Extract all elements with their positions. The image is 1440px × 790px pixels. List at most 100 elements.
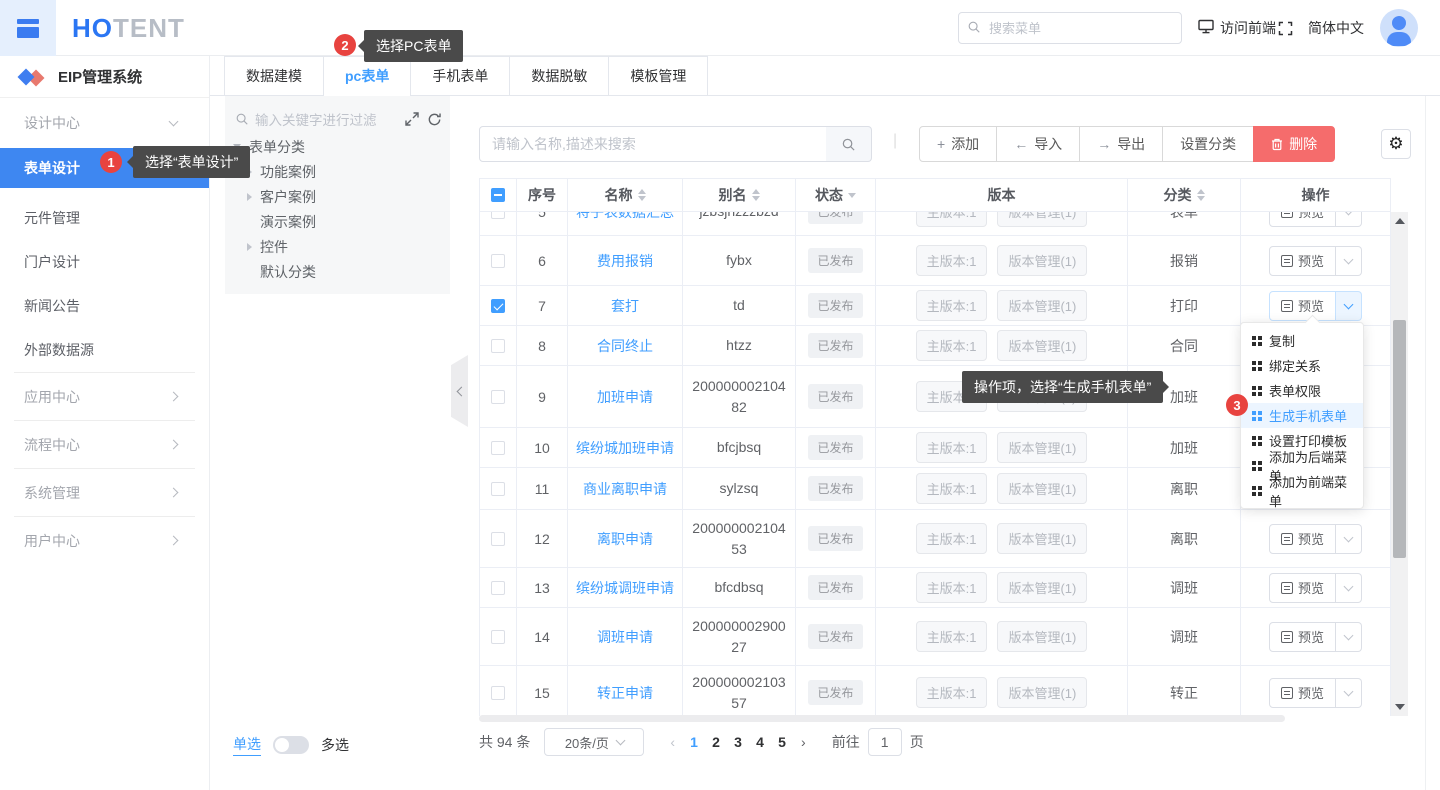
scroll-down-arrow-icon[interactable] <box>1395 704 1405 710</box>
next-page-button[interactable]: › <box>801 734 806 750</box>
version-manage-button[interactable]: 版本管理(1) <box>997 473 1087 504</box>
row-actions-dropdown-toggle[interactable] <box>1336 573 1362 603</box>
preview-button[interactable]: 预览 <box>1269 291 1336 321</box>
row-actions-dropdown-toggle[interactable] <box>1336 212 1362 227</box>
column-settings-button[interactable]: ⚙ <box>1381 129 1411 159</box>
version-manage-button[interactable]: 版本管理(1) <box>997 572 1087 603</box>
version-manage-button[interactable]: 版本管理(1) <box>997 523 1087 554</box>
table-search-input[interactable] <box>479 126 827 162</box>
version-manage-button[interactable]: 版本管理(1) <box>997 330 1087 361</box>
scroll-up-arrow-icon[interactable] <box>1395 218 1405 224</box>
preview-button[interactable]: 预览 <box>1269 678 1336 708</box>
tree-filter-placeholder[interactable]: 输入关键字进行过滤 <box>255 109 397 129</box>
table-vertical-scrollbar[interactable] <box>1391 212 1408 716</box>
sort-header-alias[interactable]: 别名 <box>683 178 796 212</box>
filter-header-status[interactable]: 状态 <box>796 178 876 212</box>
row-checkbox[interactable] <box>491 581 505 595</box>
preview-button[interactable]: 预览 <box>1269 246 1336 276</box>
preview-button[interactable]: 预览 <box>1269 622 1336 652</box>
tab-pc-form[interactable]: pc表单 <box>323 56 411 96</box>
refresh-icon[interactable] <box>427 112 442 127</box>
row-actions-dropdown-toggle[interactable] <box>1336 246 1362 276</box>
menu-item-bind-relation[interactable]: 绑定关系 <box>1241 353 1363 378</box>
tree-node-root[interactable]: 表单分类 <box>233 134 442 159</box>
page-size-select[interactable]: 20条/页 <box>544 728 644 756</box>
preview-button[interactable]: 预览 <box>1269 212 1336 227</box>
language-switcher[interactable]: 简体中文 <box>1308 0 1364 56</box>
row-checkbox[interactable] <box>491 630 505 644</box>
sidebar-group-system-manage[interactable]: 系统管理 <box>0 468 209 516</box>
scrollbar-thumb[interactable] <box>1393 320 1406 558</box>
goto-page-input[interactable] <box>868 728 902 756</box>
tree-node[interactable]: 客户案例 <box>233 184 442 209</box>
tab-template-manage[interactable]: 模板管理 <box>608 56 708 96</box>
main-version-button[interactable]: 主版本:1 <box>916 473 988 504</box>
sidebar-group-design-center[interactable]: 设计中心 <box>0 106 209 140</box>
row-checkbox[interactable] <box>491 339 505 353</box>
row-checkbox[interactable] <box>491 532 505 546</box>
tab-data-masking[interactable]: 数据脱敏 <box>509 56 609 96</box>
page-number-4[interactable]: 4 <box>749 734 771 750</box>
menu-item-form-permission[interactable]: 表单权限 <box>1241 378 1363 403</box>
sidebar-item-portal-design[interactable]: 门户设计 <box>0 240 209 284</box>
row-actions-dropdown-toggle[interactable] <box>1336 291 1362 321</box>
sidebar-item-external-datasource[interactable]: 外部数据源 <box>0 328 209 372</box>
version-manage-button[interactable]: 版本管理(1) <box>997 212 1087 227</box>
form-name-link[interactable]: 调班申请 <box>597 627 653 647</box>
add-button[interactable]: +添加 <box>919 126 997 162</box>
form-name-link[interactable]: 费用报销 <box>597 251 653 271</box>
tree-node[interactable]: 默认分类 <box>233 259 442 284</box>
preview-button[interactable]: 预览 <box>1269 524 1336 554</box>
main-version-button[interactable]: 主版本:1 <box>916 677 988 708</box>
menu-item-generate-mobile-form[interactable]: 生成手机表单 <box>1241 403 1363 428</box>
row-checkbox[interactable] <box>491 254 505 268</box>
form-name-link[interactable]: 加班申请 <box>597 387 653 407</box>
table-horizontal-scrollbar[interactable] <box>479 715 1285 722</box>
form-name-link[interactable]: 缤纷城调班申请 <box>576 578 674 598</box>
tree-filter[interactable]: 输入关键字进行过滤 <box>233 104 442 134</box>
main-version-button[interactable]: 主版本:1 <box>916 212 988 227</box>
tab-data-modeling[interactable]: 数据建模 <box>224 56 324 96</box>
form-name-link[interactable]: 转正申请 <box>597 683 653 703</box>
select-all-checkbox[interactable] <box>491 188 505 202</box>
form-name-link[interactable]: 商业离职申请 <box>583 479 667 499</box>
delete-button[interactable]: 删除 <box>1253 126 1335 162</box>
sort-header-name[interactable]: 名称 <box>568 178 683 212</box>
version-manage-button[interactable]: 版本管理(1) <box>997 621 1087 652</box>
user-avatar[interactable] <box>1380 9 1418 47</box>
version-manage-button[interactable]: 版本管理(1) <box>997 432 1087 463</box>
sidebar-group-flow-center[interactable]: 流程中心 <box>0 420 209 468</box>
version-manage-button[interactable]: 版本管理(1) <box>997 245 1087 276</box>
set-category-button[interactable]: 设置分类 <box>1162 126 1254 162</box>
form-name-link[interactable]: 离职申请 <box>597 529 653 549</box>
row-actions-dropdown-toggle[interactable] <box>1336 678 1362 708</box>
single-select-link[interactable]: 单选 <box>233 734 261 756</box>
main-version-button[interactable]: 主版本:1 <box>916 290 988 321</box>
page-number-2[interactable]: 2 <box>705 734 727 750</box>
tree-node[interactable]: 控件 <box>233 234 442 259</box>
form-name-link[interactable]: 缤纷城加班申请 <box>576 438 674 458</box>
preview-button[interactable]: 预览 <box>1269 573 1336 603</box>
sidebar-group-user-center[interactable]: 用户中心 <box>0 516 209 564</box>
main-version-button[interactable]: 主版本:1 <box>916 432 988 463</box>
version-manage-button[interactable]: 版本管理(1) <box>997 290 1087 321</box>
form-name-link[interactable]: 合同终止 <box>597 336 653 356</box>
collapse-menu-button[interactable] <box>0 0 56 56</box>
main-version-button[interactable]: 主版本:1 <box>916 523 988 554</box>
row-actions-dropdown-toggle[interactable] <box>1336 622 1362 652</box>
sidebar-item-news[interactable]: 新闻公告 <box>0 284 209 328</box>
form-name-link[interactable]: 套打 <box>611 296 639 316</box>
expand-all-icon[interactable] <box>405 112 419 126</box>
tab-mobile-form[interactable]: 手机表单 <box>410 56 510 96</box>
form-name-link[interactable]: 将子表数据汇总至主 <box>576 212 674 222</box>
visit-frontend-link[interactable]: 访问前端 <box>1198 0 1276 56</box>
sort-header-category[interactable]: 分类 <box>1128 178 1241 212</box>
table-search-button[interactable] <box>826 126 872 162</box>
export-button[interactable]: →导出 <box>1079 126 1163 162</box>
main-version-button[interactable]: 主版本:1 <box>916 330 988 361</box>
menu-item-add-frontend-menu[interactable]: 添加为前端菜单 <box>1241 478 1363 503</box>
main-version-button[interactable]: 主版本:1 <box>916 245 988 276</box>
main-version-button[interactable]: 主版本:1 <box>916 572 988 603</box>
menu-item-copy[interactable]: 复制 <box>1241 328 1363 353</box>
row-checkbox[interactable] <box>491 212 505 219</box>
